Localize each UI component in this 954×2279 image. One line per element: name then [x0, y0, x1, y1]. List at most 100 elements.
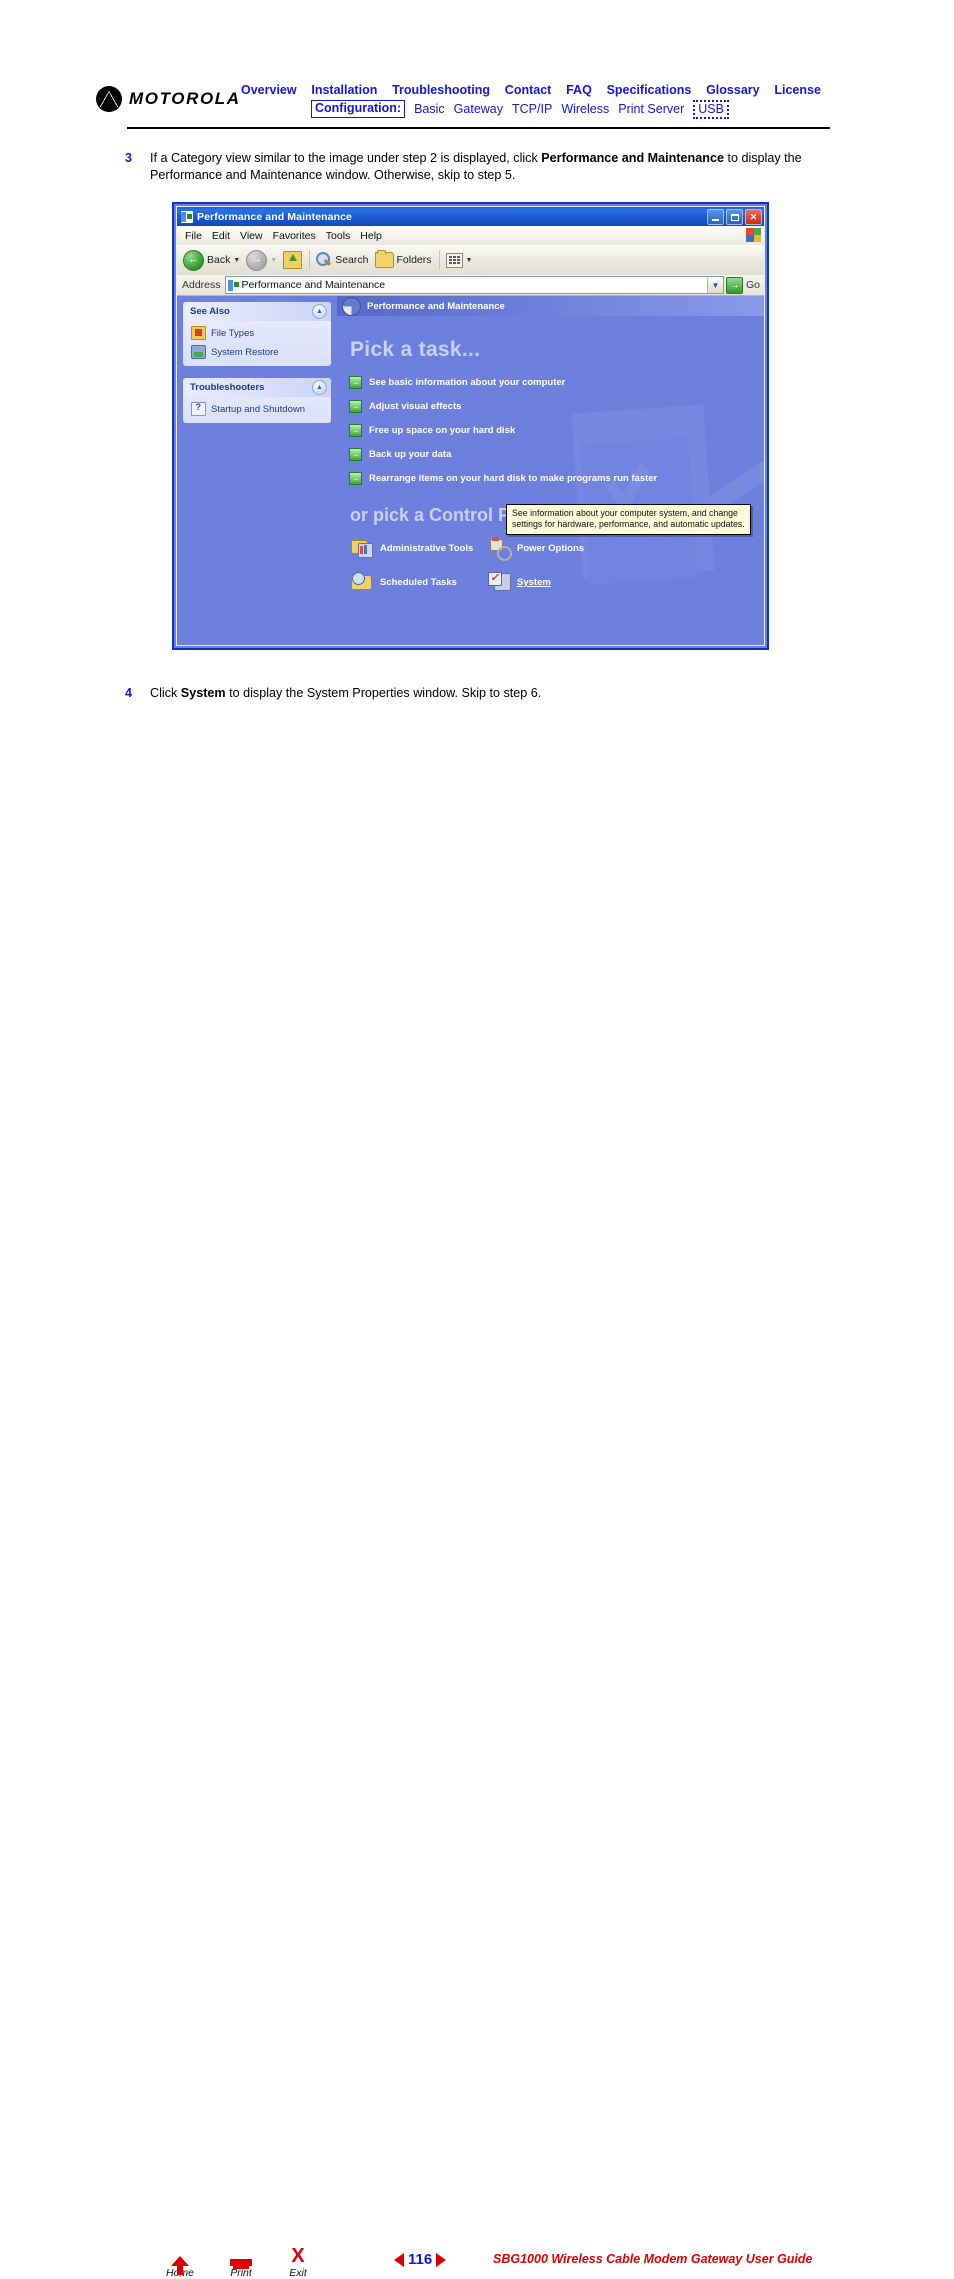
previous-page-icon[interactable] [394, 2252, 404, 2267]
home-button[interactable]: Home [155, 2244, 205, 2279]
task-free-up-space-label: Free up space on your hard disk [369, 425, 516, 436]
views-dropdown-caret-icon[interactable]: ▼ [466, 257, 473, 264]
control-panel-item-power-options[interactable]: Power Options [488, 537, 764, 561]
windows-flag-icon [746, 228, 761, 242]
nav-link-gateway[interactable]: Gateway [454, 102, 503, 116]
task-free-up-space[interactable]: → Free up space on your hard disk [349, 424, 764, 437]
step-4-text-part2: to display the System Properties window.… [225, 686, 542, 700]
sidebar-item-file-types[interactable]: File Types [191, 326, 325, 340]
sidebar-item-startup-and-shutdown-label: Startup and Shutdown [211, 403, 306, 415]
main-panel-banner: Performance and Maintenance [337, 296, 764, 316]
toolbar-separator-1 [309, 250, 311, 270]
control-panel-item-system-label: System [517, 576, 551, 588]
control-panel-item-administrative-tools-label: Administrative Tools [380, 542, 474, 554]
step-4-text-bold: System [180, 686, 226, 700]
chevron-up-icon[interactable]: ▲ [312, 304, 327, 319]
see-also-panel-header[interactable]: See Also ▲ [183, 302, 331, 321]
troubleshooters-panel-title: Troubleshooters [190, 382, 265, 393]
see-also-panel-title: See Also [190, 306, 230, 317]
menu-tools[interactable]: Tools [326, 230, 351, 242]
back-arrow-icon: ← [183, 249, 204, 271]
menu-favorites[interactable]: Favorites [273, 230, 316, 242]
administrative-tools-icon [351, 538, 373, 558]
control-panel-item-scheduled-tasks[interactable]: Scheduled Tasks [351, 572, 488, 592]
system-icon: ✓ [488, 572, 511, 592]
step-3-text-bold: Performance and Maintenance [541, 151, 724, 165]
control-panel-item-scheduled-tasks-label: Scheduled Tasks [380, 576, 457, 588]
header-divider [127, 127, 830, 129]
troubleshooters-panel-header[interactable]: Troubleshooters ▲ [183, 378, 331, 397]
step-4-text-part1: Click [150, 686, 181, 700]
see-also-panel: See Also ▲ File Types System Restore [183, 302, 331, 366]
nav-link-installation[interactable]: Installation [311, 83, 377, 97]
chevron-up-icon[interactable]: ▲ [312, 380, 327, 395]
explorer-main-panel: Performance and Maintenance Pick a task.… [337, 296, 764, 645]
maximize-button[interactable] [726, 209, 743, 225]
menu-view[interactable]: View [240, 230, 263, 242]
control-panel-item-administrative-tools[interactable]: Administrative Tools [351, 538, 488, 558]
troubleshooters-panel: Troubleshooters ▲ Startup and Shutdown [183, 378, 331, 423]
sidebar-item-system-restore[interactable]: System Restore [191, 345, 325, 359]
nav-link-troubleshooting[interactable]: Troubleshooting [392, 83, 490, 97]
address-bar-label: Address [182, 279, 221, 291]
exit-button[interactable]: X Exit [273, 2244, 323, 2279]
explorer-toolbar: ← Back ▼ → ▼ Search Folders ▼ [177, 245, 764, 276]
nav-link-wireless[interactable]: Wireless [561, 102, 609, 116]
menu-help[interactable]: Help [360, 230, 382, 242]
address-location-icon [227, 279, 239, 291]
task-adjust-visual-effects[interactable]: → Adjust visual effects [349, 400, 764, 413]
forward-button[interactable]: → ▼ [246, 249, 277, 271]
address-input[interactable]: Performance and Maintenance ▼ [224, 276, 724, 294]
folders-button-label: Folders [396, 254, 432, 266]
next-page-icon[interactable] [436, 2252, 447, 2267]
step-4-text: Click System to display the System Prope… [150, 685, 810, 702]
folders-icon [374, 250, 394, 268]
back-dropdown-caret-icon[interactable]: ▼ [233, 257, 240, 264]
search-button[interactable]: Search [316, 252, 369, 268]
control-panel-item-system[interactable]: ✓ System [488, 572, 764, 592]
nav-link-basic[interactable]: Basic [414, 102, 445, 116]
nav-link-license[interactable]: License [774, 83, 821, 97]
nav-link-overview[interactable]: Overview [241, 83, 297, 97]
nav-link-usb[interactable]: USB [693, 99, 729, 119]
go-button-label: Go [745, 279, 760, 291]
control-panel-item-power-options-label: Power Options [517, 542, 585, 554]
nav-link-tcpip[interactable]: TCP/IP [512, 102, 552, 116]
folders-button[interactable]: Folders [374, 250, 432, 268]
configuration-label: Configuration: [311, 100, 406, 118]
sidebar-item-startup-and-shutdown[interactable]: Startup and Shutdown [191, 402, 325, 416]
views-button[interactable]: ▼ [445, 252, 473, 268]
page-navigator: 116 [394, 2251, 447, 2268]
menu-edit[interactable]: Edit [212, 230, 230, 242]
window-title: Performance and Maintenance [197, 210, 352, 223]
control-panel-icon-grid: Administrative Tools Power Options Sched… [351, 537, 764, 592]
go-arrow-icon: → [725, 276, 743, 294]
up-button[interactable] [283, 251, 303, 269]
system-tooltip-line1: See information about your computer syst… [512, 508, 738, 518]
menu-file[interactable]: File [185, 230, 202, 242]
step-3-text: If a Category view similar to the image … [150, 150, 810, 184]
task-see-basic-information-label: See basic information about your compute… [369, 377, 566, 388]
step-4-number: 4 [125, 686, 133, 700]
nav-link-glossary[interactable]: Glossary [706, 83, 760, 97]
forward-dropdown-caret-icon[interactable]: ▼ [270, 257, 277, 264]
task-rearrange-items[interactable]: → Rearrange items on your hard disk to m… [349, 472, 764, 485]
task-see-basic-information[interactable]: → See basic information about your compu… [349, 376, 764, 389]
print-button[interactable]: Print [216, 2244, 266, 2279]
see-also-panel-body: File Types System Restore [183, 321, 331, 366]
task-back-up-your-data[interactable]: → Back up your data [349, 448, 764, 461]
step-3-number: 3 [125, 151, 133, 165]
close-button[interactable]: ✕ [745, 209, 762, 225]
system-restore-icon [191, 345, 206, 359]
nav-link-contact[interactable]: Contact [505, 83, 552, 97]
nav-link-print-server[interactable]: Print Server [618, 102, 684, 116]
go-button[interactable]: → Go [725, 276, 760, 294]
address-dropdown-caret-icon[interactable]: ▼ [706, 277, 723, 293]
scheduled-tasks-icon [351, 572, 373, 592]
nav-link-specifications[interactable]: Specifications [607, 83, 692, 97]
main-panel-banner-title: Performance and Maintenance [367, 300, 505, 312]
nav-link-faq[interactable]: FAQ [566, 83, 592, 97]
minimize-button[interactable] [707, 209, 724, 225]
forward-arrow-icon: → [246, 249, 268, 271]
back-button[interactable]: ← Back ▼ [183, 249, 240, 271]
